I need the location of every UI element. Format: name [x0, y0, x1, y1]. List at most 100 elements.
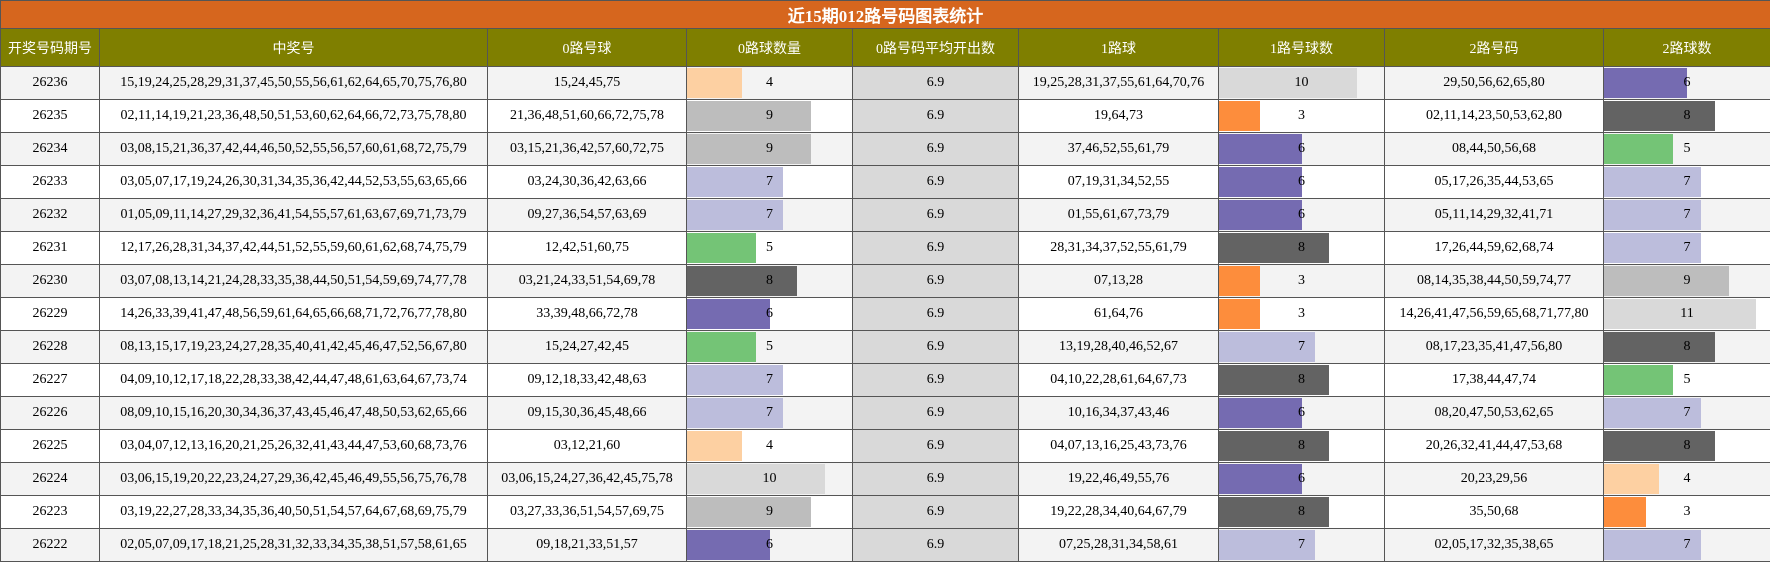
route2-count-cell: 8	[1604, 331, 1770, 364]
route0-count-cell: 6	[687, 298, 853, 331]
table-row: 2623201,05,09,11,14,27,29,32,36,41,54,55…	[1, 199, 1770, 232]
table-row: 2622704,09,10,12,17,18,22,28,33,38,42,44…	[1, 364, 1770, 397]
route1-count-cell: 3	[1219, 265, 1385, 298]
count-value: 11	[1680, 306, 1693, 321]
route2-count-cell: 8	[1604, 100, 1770, 133]
count-value: 6	[1298, 207, 1305, 222]
count-bar	[687, 299, 770, 329]
winning-numbers-cell: 02,11,14,19,21,23,36,48,50,51,53,60,62,6…	[100, 100, 488, 133]
count-bar	[687, 497, 811, 527]
period-cell: 26224	[1, 463, 100, 496]
table-row: 2623112,17,26,28,31,34,37,42,44,51,52,55…	[1, 232, 1770, 265]
count-value: 3	[1298, 273, 1305, 288]
route2-numbers-cell: 05,11,14,29,32,41,71	[1385, 199, 1604, 232]
count-bar	[1219, 134, 1302, 164]
route2-count-cell: 7	[1604, 397, 1770, 430]
count-value: 8	[1298, 504, 1305, 519]
route2-count-cell: 8	[1604, 430, 1770, 463]
route0-numbers-cell: 09,15,30,36,45,48,66	[488, 397, 687, 430]
route0-count-cell: 5	[687, 232, 853, 265]
route0-count-cell: 7	[687, 397, 853, 430]
route0-numbers-cell: 03,21,24,33,51,54,69,78	[488, 265, 687, 298]
count-value: 3	[1298, 306, 1305, 321]
route0-average-cell: 6.9	[853, 265, 1019, 298]
count-value: 6	[1298, 141, 1305, 156]
route0-average-cell: 6.9	[853, 496, 1019, 529]
route2-count-cell: 7	[1604, 199, 1770, 232]
count-value: 8	[1298, 240, 1305, 255]
period-cell: 26223	[1, 496, 100, 529]
count-bar	[687, 101, 811, 131]
route0-count-cell: 4	[687, 67, 853, 100]
route2-numbers-cell: 20,26,32,41,44,47,53,68	[1385, 430, 1604, 463]
route0-count-cell: 7	[687, 364, 853, 397]
table-row: 2623003,07,08,13,14,21,24,28,33,35,38,44…	[1, 265, 1770, 298]
table-row: 2622303,19,22,27,28,33,34,35,36,40,50,51…	[1, 496, 1770, 529]
route0-count-cell: 9	[687, 133, 853, 166]
count-value: 8	[1298, 372, 1305, 387]
route1-numbers-cell: 19,22,28,34,40,64,67,79	[1019, 496, 1219, 529]
count-value: 4	[766, 75, 773, 90]
route0-numbers-cell: 09,12,18,33,42,48,63	[488, 364, 687, 397]
route1-numbers-cell: 07,19,31,34,52,55	[1019, 166, 1219, 199]
count-bar	[1219, 266, 1260, 296]
route2-count-cell: 9	[1604, 265, 1770, 298]
route0-count-cell: 5	[687, 331, 853, 364]
count-bar	[1219, 398, 1302, 428]
count-value: 7	[1298, 339, 1305, 354]
route2-count-cell: 5	[1604, 364, 1770, 397]
route2-count-cell: 7	[1604, 166, 1770, 199]
table-row: 2622608,09,10,15,16,20,30,34,36,37,43,45…	[1, 397, 1770, 430]
count-bar	[1219, 68, 1357, 98]
route0-average-cell: 6.9	[853, 199, 1019, 232]
route2-count-cell: 7	[1604, 232, 1770, 265]
route0-numbers-cell: 21,36,48,51,60,66,72,75,78	[488, 100, 687, 133]
count-bar	[687, 266, 797, 296]
header-route2-count: 2路球数	[1604, 29, 1770, 67]
route0-count-cell: 9	[687, 496, 853, 529]
route0-average-cell: 6.9	[853, 100, 1019, 133]
route1-numbers-cell: 19,64,73	[1019, 100, 1219, 133]
winning-numbers-cell: 08,09,10,15,16,20,30,34,36,37,43,45,46,4…	[100, 397, 488, 430]
count-bar	[687, 332, 756, 362]
header-route0-numbers: 0路号球	[488, 29, 687, 67]
route1-numbers-cell: 01,55,61,67,73,79	[1019, 199, 1219, 232]
count-value: 5	[1684, 372, 1691, 387]
count-value: 7	[1684, 174, 1691, 189]
route0-average-cell: 6.9	[853, 133, 1019, 166]
winning-numbers-cell: 02,05,07,09,17,18,21,25,28,31,32,33,34,3…	[100, 529, 488, 562]
count-value: 10	[763, 471, 777, 486]
route1-numbers-cell: 13,19,28,40,46,52,67	[1019, 331, 1219, 364]
count-bar	[687, 134, 811, 164]
winning-numbers-cell: 03,05,07,17,19,24,26,30,31,34,35,36,42,4…	[100, 166, 488, 199]
count-value: 8	[1298, 438, 1305, 453]
route2-numbers-cell: 05,17,26,35,44,53,65	[1385, 166, 1604, 199]
header-route1-count: 1路号球数	[1219, 29, 1385, 67]
route2-count-cell: 6	[1604, 67, 1770, 100]
route1-count-cell: 3	[1219, 298, 1385, 331]
table-body: 2623615,19,24,25,28,29,31,37,45,50,55,56…	[1, 67, 1770, 562]
count-value: 3	[1684, 504, 1691, 519]
count-bar	[1219, 299, 1260, 329]
route2-numbers-cell: 29,50,56,62,65,80	[1385, 67, 1604, 100]
route0-average-cell: 6.9	[853, 67, 1019, 100]
count-value: 7	[1684, 537, 1691, 552]
header-route0-average: 0路号码平均开出数	[853, 29, 1019, 67]
winning-numbers-cell: 08,13,15,17,19,23,24,27,28,35,40,41,42,4…	[100, 331, 488, 364]
winning-numbers-cell: 03,06,15,19,20,22,23,24,27,29,36,42,45,4…	[100, 463, 488, 496]
count-bar	[1219, 497, 1329, 527]
count-value: 7	[1684, 405, 1691, 420]
count-value: 5	[766, 339, 773, 354]
winning-numbers-cell: 03,07,08,13,14,21,24,28,33,35,38,44,50,5…	[100, 265, 488, 298]
count-value: 5	[1684, 141, 1691, 156]
winning-numbers-cell: 01,05,09,11,14,27,29,32,36,41,54,55,57,6…	[100, 199, 488, 232]
route0-average-cell: 6.9	[853, 463, 1019, 496]
count-value: 8	[1684, 108, 1691, 123]
count-bar	[1604, 134, 1673, 164]
route0-average-cell: 6.9	[853, 529, 1019, 562]
winning-numbers-cell: 04,09,10,12,17,18,22,28,33,38,42,44,47,4…	[100, 364, 488, 397]
route2-numbers-cell: 35,50,68	[1385, 496, 1604, 529]
route0-average-cell: 6.9	[853, 166, 1019, 199]
route0-count-cell: 6	[687, 529, 853, 562]
count-value: 7	[766, 207, 773, 222]
